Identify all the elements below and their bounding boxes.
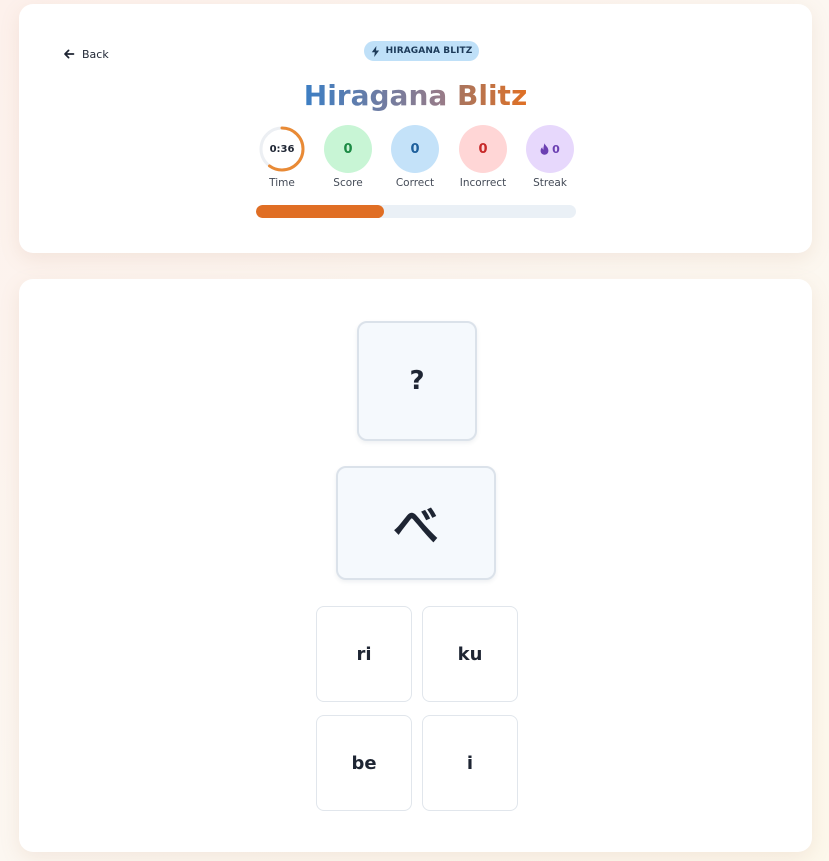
game-card: ? べ ri ku be i [19,279,812,852]
mode-badge: HIRAGANA BLITZ [364,41,479,61]
stat-correct: 0 Correct [391,125,439,189]
answer-option-3[interactable]: be [316,715,412,811]
back-button[interactable]: Back [63,44,109,64]
arrow-left-icon [64,49,75,59]
streak-value: 0 [552,142,560,156]
title-word-2: Blitz [457,79,528,112]
stat-score: 0 Score [324,125,372,189]
score-circle: 0 [324,125,372,173]
answer-option-2[interactable]: ku [422,606,518,702]
correct-circle: 0 [391,125,439,173]
incorrect-value: 0 [478,141,488,157]
round-progress-bar [256,205,576,218]
stat-time: 0:36 Time [258,125,306,189]
time-label: Time [269,177,295,189]
score-label: Score [333,177,363,189]
title-word-1: Hiragana [303,79,448,112]
stat-streak: 0 Streak [526,125,574,189]
correct-value: 0 [410,141,420,157]
prompt-box: ? [357,321,477,441]
header-card: Back HIRAGANA BLITZ Hiragana Blitz 0:36 … [19,4,812,253]
answer-option-1[interactable]: ri [316,606,412,702]
timer-ring: 0:36 [258,125,306,173]
flame-icon [540,143,549,155]
correct-label: Correct [395,177,435,189]
lightning-icon [371,45,379,57]
score-value: 0 [343,141,353,157]
streak-label: Streak [533,177,567,189]
incorrect-circle: 0 [459,125,507,173]
badge-label: HIRAGANA BLITZ [385,46,473,56]
answer-option-4[interactable]: i [422,715,518,811]
time-value: 0:36 [269,143,295,155]
stat-incorrect: 0 Incorrect [459,125,507,189]
back-label: Back [82,47,109,61]
page-title: Hiragana Blitz [19,76,812,116]
incorrect-label: Incorrect [459,177,507,189]
round-progress-fill [256,205,384,218]
kana-card: べ [336,466,496,580]
streak-circle: 0 [526,125,574,173]
